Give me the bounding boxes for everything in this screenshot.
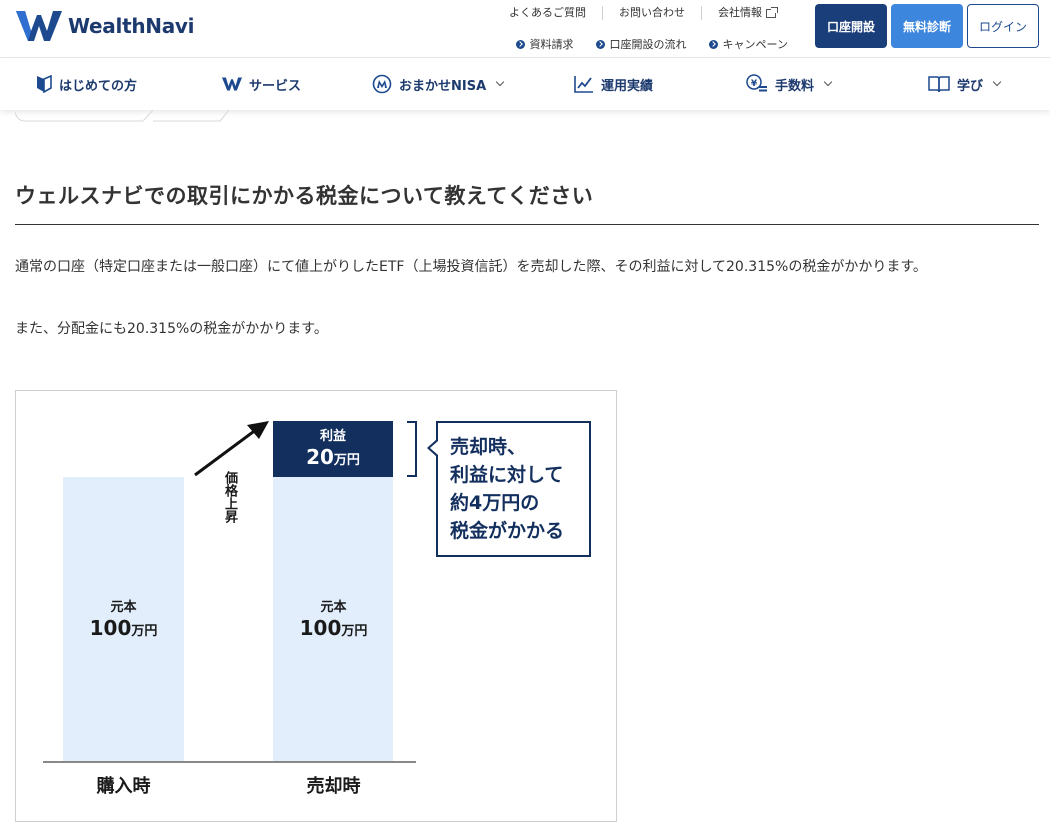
login-button[interactable]: ログイン <box>967 4 1039 48</box>
nav-item-label: 学び <box>957 78 984 94</box>
baseline <box>43 761 416 763</box>
principal-value: 100万円 <box>273 616 394 644</box>
arrow-circle-icon <box>515 39 525 49</box>
open-account-button[interactable]: 口座開設 <box>815 4 887 48</box>
price-rise-arrow-icon <box>194 421 269 477</box>
tax-callout: 売却時、 利益に対して 約4万円の 税金がかかる <box>427 421 591 557</box>
tax-illustration: 利益 20万円 元本 100万円 元本 100万円 価格上昇 売却時、 利益に対… <box>15 390 617 822</box>
nav-item-label: おまかせNISA <box>399 78 487 94</box>
arrow-circle-icon <box>708 39 718 49</box>
wealthnavi-logo[interactable]: WealthNavi <box>16 10 195 42</box>
util-link-contact[interactable]: お問い合わせ <box>602 6 701 20</box>
sub-link-label: キャンペーン <box>722 38 788 51</box>
wealthnavi-w-icon <box>222 77 242 91</box>
nisa-icon <box>372 74 392 94</box>
chevron-down-icon <box>823 77 833 87</box>
external-link-icon <box>766 6 778 18</box>
svg-text:¥: ¥ <box>751 79 758 89</box>
principal-unit: 万円 <box>341 624 368 639</box>
purchase-time-label: 購入時 <box>96 776 151 797</box>
util-link-label: 会社情報 <box>718 6 762 19</box>
profit-unit: 万円 <box>333 453 360 468</box>
main-nav: はじめての方 サービス おまかせNISA 運用実績 ¥ 手数料 学び <box>0 58 1050 110</box>
util-link-label: よくあるご質問 <box>509 6 586 19</box>
profit-value: 20万円 <box>273 445 393 473</box>
nav-item-label: サービス <box>249 78 302 94</box>
principal-value: 100万円 <box>63 616 184 644</box>
arrow-circle-icon <box>595 39 605 49</box>
article-title: ウェルスナビでの取引にかかる税金について教えてください <box>15 180 1039 225</box>
principal-label: 元本 <box>110 600 137 615</box>
article-paragraph: 通常の口座（特定口座または一般口座）にて値上がりしたETF（上場投資信託）を売却… <box>15 259 927 275</box>
principal-label: 元本 <box>320 600 347 615</box>
principal-text-purchase: 元本 100万円 <box>63 600 184 644</box>
nav-item-service[interactable]: サービス <box>222 58 301 110</box>
nav-item-label: 手数料 <box>775 78 815 94</box>
nav-item-learn[interactable]: 学び <box>928 58 1002 110</box>
util-link-faq[interactable]: よくあるご質問 <box>493 6 602 20</box>
sub-link-label: 資料請求 <box>529 38 574 51</box>
nav-item-performance[interactable]: 運用実績 <box>574 58 653 110</box>
profit-block: 利益 20万円 <box>273 421 393 477</box>
book-icon <box>928 76 950 93</box>
sub-link-campaign[interactable]: キャンペーン <box>708 36 788 52</box>
util-link-label: お問い合わせ <box>619 6 685 19</box>
principal-text-sale: 元本 100万円 <box>273 600 394 644</box>
principal-amount: 100 <box>299 616 342 640</box>
beginner-icon <box>37 75 52 93</box>
utility-links: よくあるご質問 お問い合わせ 会社情報 <box>493 6 792 20</box>
sale-time-label: 売却時 <box>306 776 361 797</box>
sub-link-materials[interactable]: 資料請求 <box>515 36 574 52</box>
sub-links: 資料請求 口座開設の流れ キャンペーン <box>515 36 788 52</box>
nav-item-nisa[interactable]: おまかせNISA <box>372 58 505 110</box>
profit-bracket <box>407 421 417 477</box>
nav-item-label: 運用実績 <box>601 78 654 94</box>
nav-item-beginners[interactable]: はじめての方 <box>36 58 137 110</box>
free-diagnosis-button[interactable]: 無料診断 <box>891 4 963 48</box>
yen-coins-icon: ¥ <box>746 74 767 92</box>
nav-item-fees[interactable]: ¥ 手数料 <box>746 58 833 110</box>
sub-link-label: 口座開設の流れ <box>609 38 687 51</box>
principal-amount: 100 <box>89 616 132 640</box>
callout-line: 税金がかかる <box>450 520 565 542</box>
util-link-company[interactable]: 会社情報 <box>701 6 792 20</box>
profit-label: 利益 <box>319 429 346 444</box>
wealthnavi-w-logo-icon <box>16 11 62 41</box>
chevron-down-icon <box>992 77 1002 87</box>
callout-line: 売却時、 <box>450 436 527 458</box>
brand-name: WealthNavi <box>68 14 195 38</box>
profit-amount: 20 <box>306 445 334 469</box>
chart-icon <box>574 76 593 93</box>
site-header: WealthNavi よくあるご質問 お問い合わせ 会社情報 資料請求 口座開設… <box>0 0 1050 58</box>
nav-item-label: はじめての方 <box>59 78 138 94</box>
breadcrumb <box>15 110 230 122</box>
sub-link-account-flow[interactable]: 口座開設の流れ <box>595 36 687 52</box>
principal-unit: 万円 <box>131 624 158 639</box>
callout-line: 利益に対して <box>450 464 564 486</box>
article-paragraph: また、分配金にも20.315%の税金がかかります。 <box>15 321 328 337</box>
callout-line: 約4万円の <box>450 492 540 514</box>
price-rise-label: 価格上昇 <box>222 471 237 523</box>
chevron-down-icon <box>495 77 505 87</box>
